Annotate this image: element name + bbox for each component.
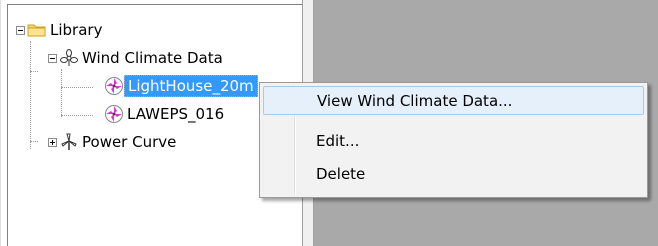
tree-connector xyxy=(61,87,93,88)
tree-connector xyxy=(61,69,62,117)
menu-item-label: Edit... xyxy=(316,131,360,150)
tree-node-label: LightHouse_20m xyxy=(124,75,258,97)
tree-connector xyxy=(61,115,93,116)
tree-node-label: LAWEPS_016 xyxy=(127,105,225,123)
tree-item-lighthouse[interactable]: LightHouse_20m xyxy=(104,75,258,97)
wind-rose-icon xyxy=(105,77,123,95)
menu-item-label: Delete xyxy=(316,164,366,183)
menu-item-view-wind-climate-data[interactable]: View Wind Climate Data... xyxy=(263,86,644,115)
tree-node-library[interactable]: Library xyxy=(16,19,105,41)
menu-item-edit[interactable]: Edit... xyxy=(263,126,644,155)
wind-rose-icon xyxy=(105,105,123,123)
tree-node-wind-climate-data[interactable]: Wind Climate Data xyxy=(48,47,226,69)
menu-item-label: View Wind Climate Data... xyxy=(317,91,513,110)
tree-connector xyxy=(30,71,38,72)
collapse-toggle[interactable] xyxy=(48,53,57,63)
context-menu: View Wind Climate Data... Edit... Delete xyxy=(259,82,648,198)
tree-node-label: Power Curve xyxy=(82,133,177,151)
wind-turbine-icon xyxy=(61,133,77,150)
tree-item-laweps[interactable]: LAWEPS_016 xyxy=(104,103,227,125)
menu-item-delete[interactable]: Delete xyxy=(263,159,644,188)
tree-node-label: Library xyxy=(50,21,103,39)
tree-node-power-curve[interactable]: Power Curve xyxy=(48,131,179,153)
folder-icon xyxy=(27,24,46,37)
tree-node-label: Wind Climate Data xyxy=(82,49,223,67)
expand-toggle[interactable] xyxy=(48,137,57,147)
wind-climate-folder-icon xyxy=(60,49,78,66)
tree-connector xyxy=(30,41,31,149)
tree-connector xyxy=(30,141,38,142)
collapse-toggle[interactable] xyxy=(16,25,25,35)
library-tree-panel: Library Wind Climate Data LightHouse_20m xyxy=(0,0,303,246)
